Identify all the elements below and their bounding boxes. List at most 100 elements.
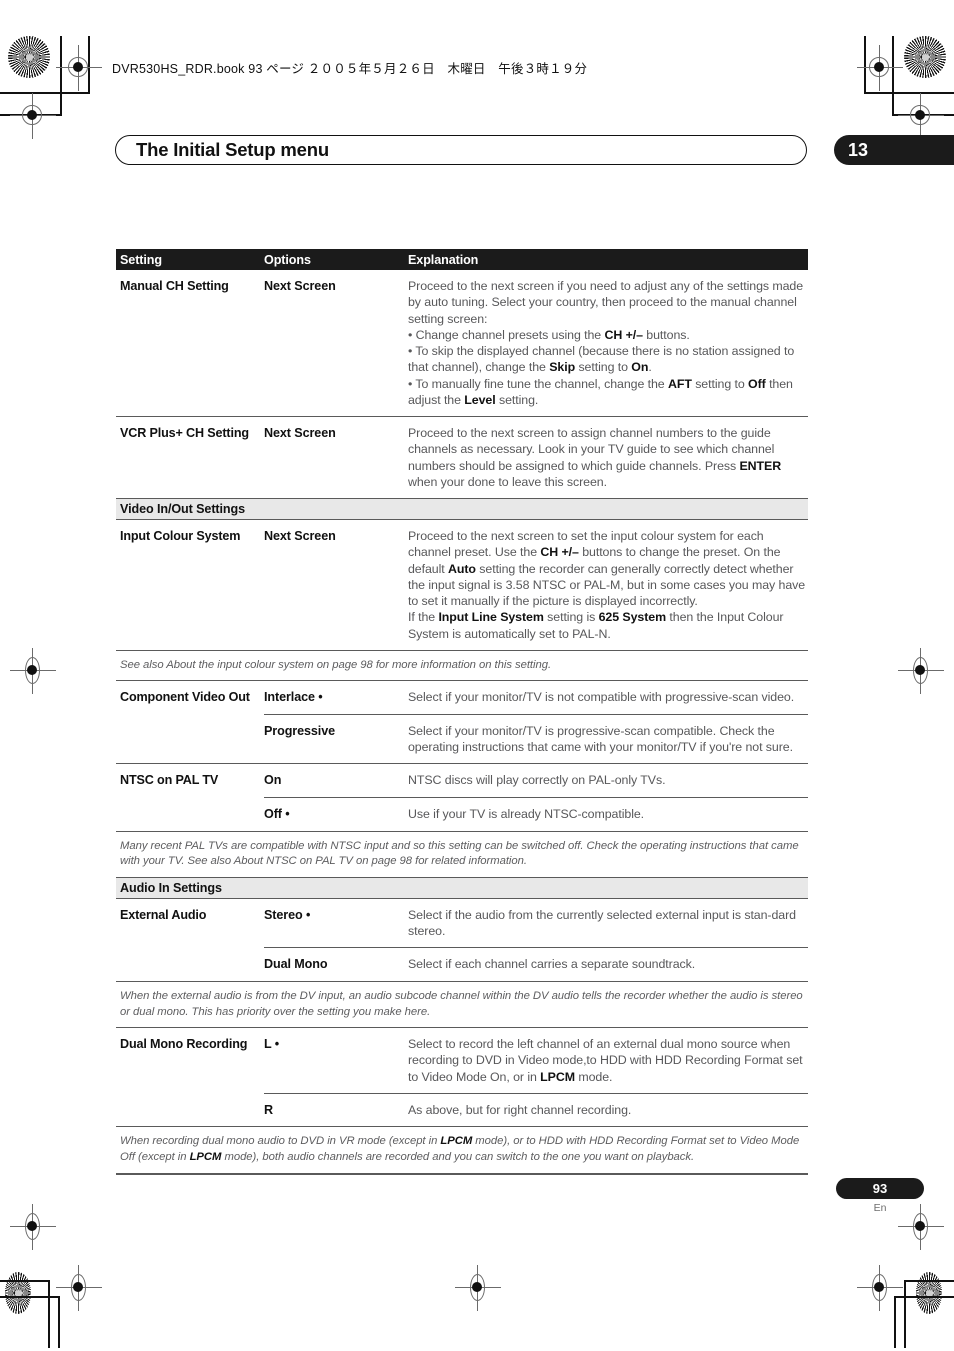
table-header-row: Setting Options Explanation — [116, 249, 808, 270]
table-subrows: Interlace • Select if your monitor/TV is … — [264, 681, 808, 763]
explanation-text: As above, but for right channel recordin… — [408, 1102, 632, 1117]
option-label: R — [264, 1102, 273, 1117]
registration-cross-bottom-b — [857, 1265, 903, 1311]
table-section-header: Video In/Out Settings — [116, 499, 808, 520]
table-note-text: When the external audio is from the DV i… — [120, 989, 803, 1018]
table-bottom-rule — [116, 1173, 808, 1175]
setting-label: NTSC on PAL TV — [120, 773, 219, 788]
explanation-text: Select if each channel carries a separat… — [408, 957, 696, 972]
column-header-explanation: Explanation — [408, 252, 479, 267]
table-row-group: NTSC on PAL TV On NTSC discs will play cor… — [116, 764, 808, 832]
chapter-number-tab: 13 — [834, 135, 954, 165]
table-note-text: When recording dual mono audio to DVD in… — [120, 1135, 800, 1164]
table-cell-options: L • — [264, 1028, 408, 1093]
table-cell-options: On — [264, 764, 408, 797]
table-cell-explanation: Proceed to the next screen if you need t… — [408, 270, 808, 416]
setting-label: Input Colour System — [120, 529, 241, 543]
page-number-pill: 93 — [836, 1178, 924, 1199]
table-note-row: Many recent PAL TVs are compatible with … — [116, 832, 808, 878]
table-cell-options: Interlace • — [264, 681, 408, 714]
table-cell-explanation: Proceed to the next screen to assign cha… — [408, 417, 808, 498]
table-cell-options: Dual Mono — [264, 948, 408, 981]
table-body: Manual CH Setting Next Screen Proceed to t… — [116, 270, 808, 1174]
explanation-text: Proceed to the next screen to assign cha… — [408, 426, 782, 489]
table-cell-setting: Dual Mono Recording — [116, 1028, 264, 1126]
table-cell-explanation: As above, but for right channel recordin… — [408, 1094, 808, 1127]
page-number: 93 — [872, 1181, 888, 1196]
table-note-row: See also About the input colour system o… — [116, 651, 808, 682]
option-label: On — [264, 773, 282, 788]
explanation-text: Select if your monitor/TV is not compati… — [408, 690, 795, 705]
setting-label: Dual Mono Recording — [120, 1037, 248, 1052]
explanation-text: Select if the audio from the currently s… — [408, 907, 796, 939]
page-title-pill: The Initial Setup menu — [115, 135, 807, 165]
table-cell-setting: NTSC on PAL TV — [116, 764, 264, 830]
setting-label: Manual CH Setting — [120, 279, 229, 293]
table-subrows: L • Select to record the left channel of … — [264, 1028, 808, 1126]
table-section-label: Audio In Settings — [120, 880, 222, 895]
table-note-row: When the external audio is from the DV i… — [116, 982, 808, 1029]
table-row: VCR Plus+ CH Setting Next Screen Proceed t… — [116, 417, 808, 499]
table-cell-setting: Input Colour System — [116, 520, 264, 650]
table-subrows: On NTSC discs will play correctly on PAL-… — [264, 764, 808, 830]
registration-cross-top-b — [857, 45, 903, 91]
registration-cross-top-a — [56, 45, 102, 91]
table-section-label: Video In/Out Settings — [120, 502, 246, 516]
table-cell-options: Off • — [264, 798, 408, 831]
table-subrow: Progressive Select if your monitor/TV is … — [264, 713, 808, 764]
explanation-text: Proceed to the next screen if you need t… — [408, 279, 804, 407]
option-label: Off • — [264, 807, 290, 822]
option-label: Next Screen — [264, 529, 336, 543]
registration-cross-left-lower — [10, 1204, 56, 1250]
table-cell-options: Next Screen — [264, 417, 408, 498]
table-row-group: Dual Mono Recording L • Select to record t… — [116, 1028, 808, 1128]
table-cell-setting: External Audio — [116, 899, 264, 981]
table-cell-options: Stereo • — [264, 899, 408, 948]
table-cell-explanation: Proceed to the next screen to set the in… — [408, 520, 808, 650]
table-subrow: On NTSC discs will play correctly on PAL-… — [264, 764, 808, 797]
table-subrow: R As above, but for right channel recordi… — [264, 1092, 808, 1127]
table-cell-explanation: Select if your monitor/TV is not compati… — [408, 681, 808, 714]
table-cell-options: Next Screen — [264, 520, 408, 650]
table-section-header: Audio In Settings — [116, 877, 808, 899]
table-cell-options: Next Screen — [264, 270, 408, 416]
table-cell-setting: Component Video Out — [116, 681, 264, 763]
table-cell-options: Progressive — [264, 715, 408, 764]
table-subrow: Stereo • Select if the audio from the cur… — [264, 899, 808, 948]
table-note-text: Many recent PAL TVs are compatible with … — [120, 839, 799, 868]
table-cell-explanation: Select if your monitor/TV is progressive… — [408, 715, 808, 764]
column-header-options: Options — [264, 252, 311, 267]
page-title: The Initial Setup menu — [136, 139, 329, 160]
column-header-setting: Setting — [120, 252, 162, 267]
option-label: L • — [264, 1037, 280, 1052]
book-file-info-line: DVR530HS_RDR.book 93 ページ ２００５年５月２６日 木曜日 … — [112, 62, 588, 76]
setting-label: Component Video Out — [120, 690, 250, 705]
setting-label: VCR Plus+ CH Setting — [120, 426, 249, 440]
explanation-text: Select if your monitor/TV is progressive… — [408, 723, 793, 755]
registration-cross-right-a — [898, 93, 944, 139]
option-label: Next Screen — [264, 426, 336, 440]
option-label: Stereo • — [264, 907, 311, 922]
table-subrows: Stereo • Select if the audio from the cur… — [264, 899, 808, 981]
option-label: Progressive — [264, 723, 336, 738]
table-cell-setting: Manual CH Setting — [116, 270, 264, 416]
option-label: Next Screen — [264, 279, 336, 293]
table-subrow: Dual Mono Select if each channel carries … — [264, 947, 808, 981]
registration-cross-left-a — [10, 93, 56, 139]
table-row: Input Colour System Next Screen Proceed to… — [116, 520, 808, 651]
table-cell-explanation: Select if the audio from the currently s… — [408, 899, 808, 948]
table-note-text: See also About the input colour system o… — [120, 658, 552, 671]
registration-cross-bottom-center — [455, 1265, 501, 1311]
table-cell-explanation: Select to record the left channel of an … — [408, 1028, 808, 1093]
option-label: Interlace • — [264, 690, 323, 705]
registration-cross-left-middle — [10, 648, 56, 694]
table-cell-explanation: Use if your TV is already NTSC-compatibl… — [408, 798, 808, 831]
settings-table: Setting Options Explanation Manual CH Se… — [116, 249, 808, 1175]
table-row: Manual CH Setting Next Screen Proceed to t… — [116, 270, 808, 417]
chapter-number: 13 — [848, 139, 869, 160]
registration-cross-right-middle — [898, 648, 944, 694]
language-mark: En — [873, 1202, 887, 1214]
table-subrow: Off • Use if your TV is already NTSC-comp… — [264, 797, 808, 831]
table-note-row: When recording dual mono audio to DVD in… — [116, 1127, 808, 1174]
registration-cross-bottom-a — [56, 1265, 102, 1311]
